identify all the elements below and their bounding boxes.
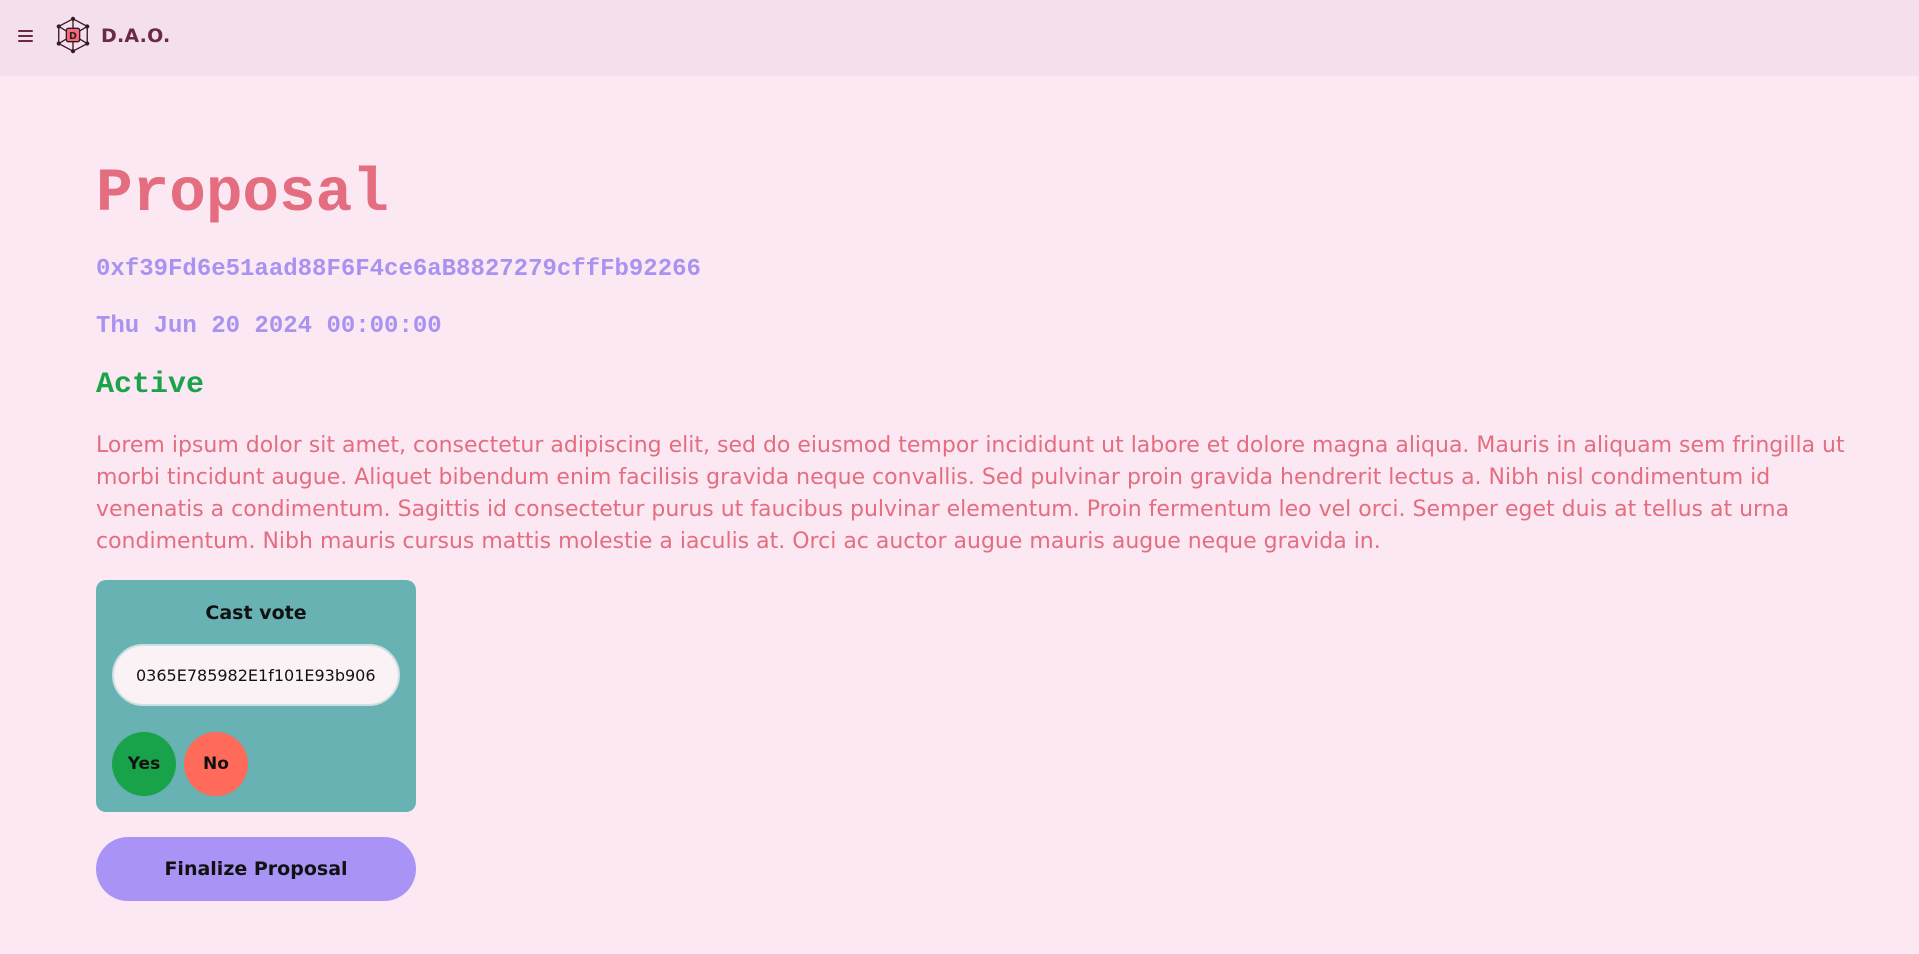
finalize-proposal-button[interactable]: Finalize Proposal (96, 837, 416, 901)
cast-vote-title: Cast vote (205, 602, 307, 624)
vote-yes-button[interactable]: Yes (112, 732, 176, 796)
proposal-description: Lorem ipsum dolor sit amet, consectetur … (96, 433, 1845, 554)
svg-text:D: D (69, 31, 77, 42)
proposer-address: 0xf39Fd6e51aad88F6F4ce6aB8827279cffFb922… (96, 256, 701, 283)
status-badge: Active (96, 368, 205, 402)
top-bar: D D.A.O. (0, 0, 1919, 76)
voter-address-input[interactable] (112, 644, 400, 706)
dao-network-logo-icon[interactable]: D (54, 16, 92, 54)
cast-vote-card: Cast vote Yes No (96, 580, 416, 812)
brand-name[interactable]: D.A.O. (101, 25, 170, 47)
vote-no-button[interactable]: No (184, 732, 248, 796)
page-title: Proposal (96, 160, 389, 229)
proposal-date: Thu Jun 20 2024 00:00:00 (96, 313, 442, 340)
hamburger-menu-icon[interactable] (18, 28, 34, 44)
